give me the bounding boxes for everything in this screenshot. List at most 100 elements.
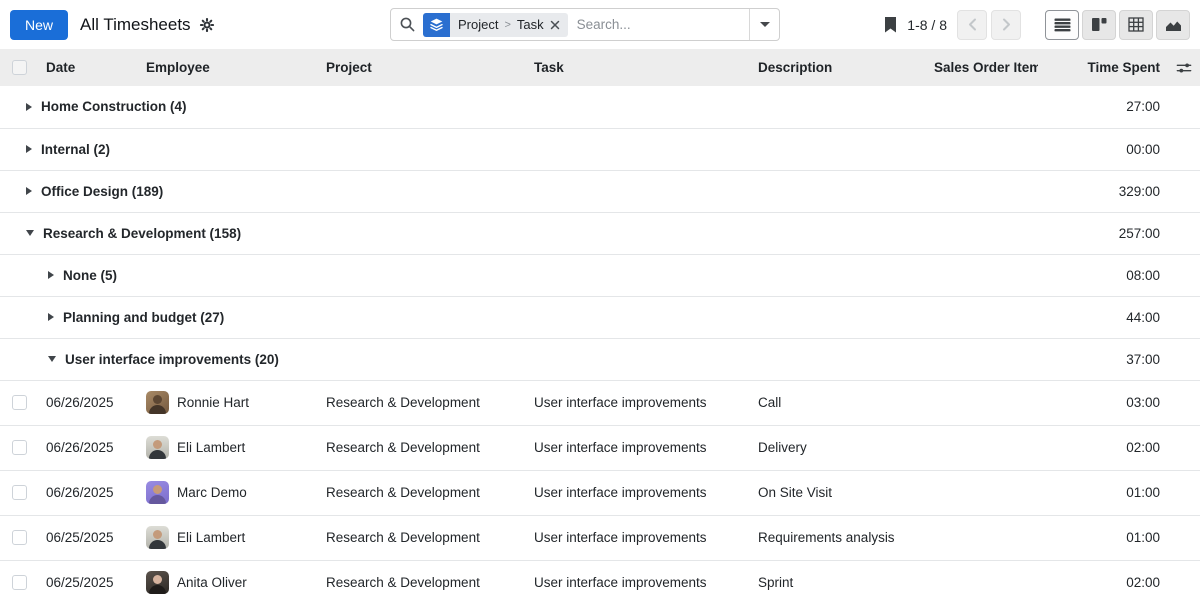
cell-employee: Marc Demo — [177, 485, 247, 500]
table-row[interactable]: 06/26/2025 Ronnie Hart Research & Develo… — [0, 380, 1200, 425]
cell-project: Research & Development — [318, 515, 526, 560]
group-label: Planning and budget (27) — [63, 310, 224, 325]
bookmark-icon[interactable] — [884, 17, 897, 33]
timesheet-table: Date Employee Project Task Description S… — [0, 49, 1200, 605]
cell-task: User interface improvements — [526, 560, 750, 605]
cell-sales-order-item — [926, 425, 1038, 470]
cell-time-spent: 01:00 — [1038, 515, 1168, 560]
group-time-total: 37:00 — [1038, 338, 1168, 380]
group-label: Internal (2) — [41, 142, 110, 157]
group-time-total: 257:00 — [1038, 212, 1168, 254]
table-row[interactable]: 06/25/2025 Eli Lambert Research & Develo… — [0, 515, 1200, 560]
view-switcher — [1045, 10, 1190, 40]
caret-right-icon — [26, 103, 32, 111]
cell-description: Requirements analysis — [750, 515, 926, 560]
row-checkbox[interactable] — [12, 575, 27, 590]
cell-project: Research & Development — [318, 425, 526, 470]
list-icon — [1054, 18, 1071, 32]
cell-time-spent: 02:00 — [1038, 560, 1168, 605]
pivot-icon — [1128, 17, 1144, 32]
caret-right-icon — [48, 313, 54, 321]
cell-date: 06/26/2025 — [38, 380, 138, 425]
avatar — [146, 526, 169, 549]
control-panel: New All Timesheets — [0, 0, 1200, 49]
layers-icon — [423, 13, 450, 37]
cell-employee: Ronnie Hart — [177, 395, 249, 410]
cell-sales-order-item — [926, 470, 1038, 515]
group-row[interactable]: Research & Development (158) 257:00 — [0, 212, 1200, 254]
group-row[interactable]: Planning and budget (27) 44:00 — [0, 296, 1200, 338]
cell-description: On Site Visit — [750, 470, 926, 515]
page-title: All Timesheets — [80, 15, 191, 35]
column-header-task[interactable]: Task — [526, 49, 750, 86]
row-checkbox[interactable] — [12, 485, 27, 500]
kanban-icon — [1091, 17, 1107, 32]
cell-project: Research & Development — [318, 380, 526, 425]
group-row[interactable]: User interface improvements (20) 37:00 — [0, 338, 1200, 380]
pager-counter: 1-8 / 8 — [907, 17, 947, 33]
facet-value-project: Project — [458, 17, 498, 32]
search-icon — [399, 16, 416, 33]
group-row[interactable]: Home Construction (4) 27:00 — [0, 86, 1200, 128]
table-row[interactable]: 06/26/2025 Marc Demo Research & Developm… — [0, 470, 1200, 515]
facet-separator: > — [504, 19, 510, 31]
group-row[interactable]: Internal (2) 00:00 — [0, 128, 1200, 170]
column-header-employee[interactable]: Employee — [138, 49, 318, 86]
cell-time-spent: 03:00 — [1038, 380, 1168, 425]
cell-date: 06/25/2025 — [38, 560, 138, 605]
cell-sales-order-item — [926, 560, 1038, 605]
group-row[interactable]: None (5) 08:00 — [0, 254, 1200, 296]
row-checkbox[interactable] — [12, 440, 27, 455]
avatar — [146, 391, 169, 414]
group-time-total: 08:00 — [1038, 254, 1168, 296]
sliders-icon[interactable] — [1176, 61, 1192, 75]
avatar — [146, 436, 169, 459]
table-header-row: Date Employee Project Task Description S… — [0, 49, 1200, 86]
avatar — [146, 571, 169, 594]
cell-project: Research & Development — [318, 560, 526, 605]
column-header-description[interactable]: Description — [750, 49, 926, 86]
search-bar[interactable]: Project > Task — [390, 8, 780, 41]
row-checkbox[interactable] — [12, 530, 27, 545]
cell-employee: Eli Lambert — [177, 440, 245, 455]
caret-down-icon — [26, 230, 34, 236]
group-label: User interface improvements (20) — [65, 352, 279, 367]
group-time-total: 329:00 — [1038, 170, 1168, 212]
cell-task: User interface improvements — [526, 515, 750, 560]
column-header-time-spent[interactable]: Time Spent — [1038, 49, 1168, 86]
select-all-checkbox[interactable] — [12, 60, 27, 75]
group-label: Research & Development (158) — [43, 226, 241, 241]
table-row[interactable]: 06/25/2025 Anita Oliver Research & Devel… — [0, 560, 1200, 605]
graph-view-button[interactable] — [1156, 10, 1190, 40]
group-row[interactable]: Office Design (189) 329:00 — [0, 170, 1200, 212]
column-header-project[interactable]: Project — [318, 49, 526, 86]
caret-right-icon — [48, 271, 54, 279]
caret-down-icon — [48, 356, 56, 362]
cell-sales-order-item — [926, 380, 1038, 425]
pivot-view-button[interactable] — [1119, 10, 1153, 40]
table-row[interactable]: 06/26/2025 Eli Lambert Research & Develo… — [0, 425, 1200, 470]
kanban-view-button[interactable] — [1082, 10, 1116, 40]
avatar — [146, 481, 169, 504]
gear-icon[interactable] — [199, 17, 215, 33]
pager-next-button[interactable] — [991, 10, 1021, 40]
cell-project: Research & Development — [318, 470, 526, 515]
chevron-down-icon — [760, 22, 770, 27]
cell-date: 06/25/2025 — [38, 515, 138, 560]
new-button[interactable]: New — [10, 10, 68, 40]
row-checkbox[interactable] — [12, 395, 27, 410]
column-header-sales-order-item[interactable]: Sales Order Item — [926, 49, 1038, 86]
facet-value-task: Task — [517, 17, 544, 32]
cell-date: 06/26/2025 — [38, 470, 138, 515]
search-input[interactable] — [577, 17, 749, 32]
column-header-date[interactable]: Date — [38, 49, 138, 86]
facet-close-icon[interactable] — [550, 20, 560, 30]
search-dropdown-toggle[interactable] — [749, 9, 779, 40]
cell-employee: Anita Oliver — [177, 575, 247, 590]
pager-previous-button[interactable] — [957, 10, 987, 40]
cell-task: User interface improvements — [526, 470, 750, 515]
cell-time-spent: 02:00 — [1038, 425, 1168, 470]
caret-right-icon — [26, 145, 32, 153]
groupby-facet[interactable]: Project > Task — [423, 13, 568, 37]
list-view-button[interactable] — [1045, 10, 1079, 40]
